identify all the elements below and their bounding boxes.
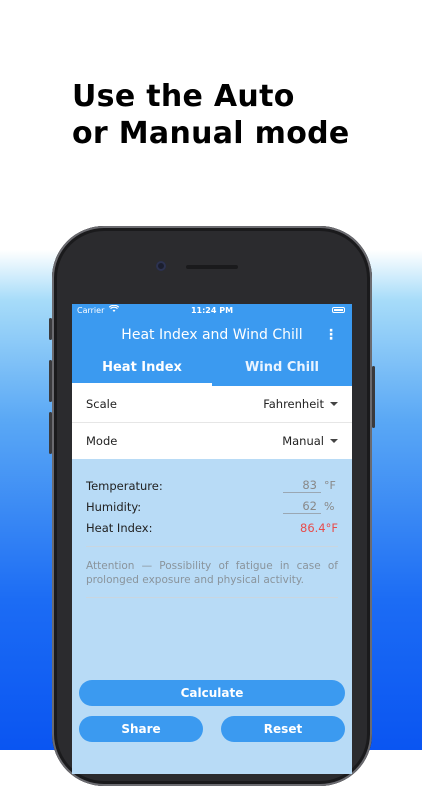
scale-value: Fahrenheit <box>263 397 324 411</box>
results-panel: Temperature: 83 °F Humidity: 62 % Heat I… <box>72 459 352 598</box>
temperature-row: Temperature: 83 °F <box>86 475 338 496</box>
status-time: 11:24 PM <box>190 306 234 315</box>
volume-down-button <box>49 412 52 454</box>
mute-switch <box>49 318 52 340</box>
chevron-down-icon <box>330 402 338 406</box>
tab-bar: Heat Index Wind Chill <box>72 352 352 386</box>
divider <box>86 546 338 547</box>
app-screen: Carrier 11:24 PM Heat Index and Wind Chi… <box>72 304 352 774</box>
app-title: Heat Index and Wind Chill <box>121 327 303 343</box>
divider <box>86 597 338 598</box>
app-bar: Heat Index and Wind Chill ⋮ <box>72 318 352 352</box>
mode-row[interactable]: Mode Manual <box>72 423 352 459</box>
phone-frame: Carrier 11:24 PM Heat Index and Wind Chi… <box>49 226 375 786</box>
camera-icon <box>156 261 166 271</box>
heat-index-row: Heat Index: 86.4°F <box>86 517 338 538</box>
share-button[interactable]: Share <box>79 716 203 742</box>
settings-panel: Scale Fahrenheit Mode Manual <box>72 386 352 459</box>
headline: Use the Auto or Manual mode <box>72 78 350 152</box>
mode-value: Manual <box>282 434 324 448</box>
humidity-label: Humidity: <box>86 499 142 514</box>
humidity-input[interactable]: 62 <box>283 499 321 514</box>
temperature-label: Temperature: <box>86 478 163 493</box>
headline-line-1: Use the Auto <box>72 79 295 114</box>
chevron-down-icon <box>330 439 338 443</box>
scale-row[interactable]: Scale Fahrenheit <box>72 386 352 423</box>
volume-up-button <box>49 360 52 402</box>
calculate-button[interactable]: Calculate <box>79 680 345 706</box>
tab-heat-index[interactable]: Heat Index <box>72 352 212 386</box>
status-bar: Carrier 11:24 PM <box>72 304 352 318</box>
heat-index-value: 86.4°F <box>300 520 338 535</box>
mode-dropdown[interactable]: Manual <box>282 434 338 448</box>
temperature-unit: °F <box>324 479 336 492</box>
mode-label: Mode <box>86 434 118 448</box>
tab-wind-chill[interactable]: Wind Chill <box>212 352 352 386</box>
attention-message: Attention — Possibility of fatigue in ca… <box>86 560 338 586</box>
speaker-grille <box>186 265 238 269</box>
headline-line-2: or Manual mode <box>72 116 350 151</box>
battery-icon <box>332 307 345 313</box>
humidity-row: Humidity: 62 % <box>86 496 338 517</box>
power-button <box>372 366 375 428</box>
temperature-input[interactable]: 83 <box>283 478 321 493</box>
more-menu-icon[interactable]: ⋮ <box>324 328 338 342</box>
humidity-unit: % <box>324 500 335 513</box>
heat-index-label: Heat Index: <box>86 520 153 535</box>
reset-button[interactable]: Reset <box>221 716 345 742</box>
scale-dropdown[interactable]: Fahrenheit <box>263 397 338 411</box>
action-buttons: Calculate Share Reset <box>79 680 345 742</box>
scale-label: Scale <box>86 397 117 411</box>
